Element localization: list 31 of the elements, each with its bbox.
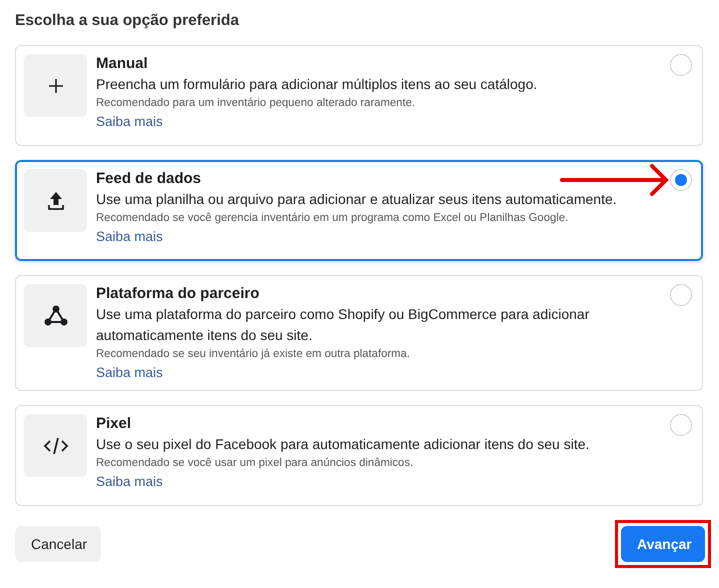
- next-button[interactable]: Avançar: [621, 526, 705, 562]
- option-title: Plataforma do parceiro: [96, 284, 260, 303]
- radio-button[interactable]: [670, 284, 692, 306]
- option-note: Recomendado se você gerencia inventário em um programa como Excel ou Planilhas Google.: [96, 211, 570, 226]
- learn-more-link[interactable]: Saiba mais: [96, 365, 163, 380]
- option-title: Pixel: [96, 414, 132, 433]
- option-card[interactable]: Pixel Use o seu pixel do Facebook para automaticamente adicionar itens do seu site. Recomendado se você usar um pixel para anúncios dinâmicos. Saiba mais: [15, 405, 703, 506]
- option-description: Preencha um formulário para adicionar múltiplos itens ao seu catálogo.: [96, 75, 538, 94]
- radio-button[interactable]: [670, 169, 692, 191]
- option-description: Use o seu pixel do Facebook para automaticamente adicionar itens do seu site.: [96, 435, 590, 454]
- code-icon: [42, 436, 68, 454]
- option-card[interactable]: [15, 275, 703, 391]
- learn-more-link[interactable]: Saiba mais: [96, 474, 163, 489]
- option-note: Recomendado para um inventário pequeno alterado raramente.: [96, 96, 416, 111]
- cancel-button[interactable]: Cancelar: [15, 526, 101, 562]
- radio-button[interactable]: [670, 54, 692, 76]
- option-description: Use uma plataforma do parceiro como Shopify ou BigCommerce para adicionar automaticamente itens do seu site.: [96, 305, 590, 345]
- option-card[interactable]: Feed de dados Use uma planilha ou arquivo para adicionar e atualizar seus itens automaticamente. Recomendado se você gerencia inventário em um programa como Excel ou Planilhas Google. Saiba mais: [15, 160, 703, 261]
- option-description: Use uma planilha ou arquivo para adicionar e atualizar seus itens automaticamente.: [96, 190, 618, 209]
- option-title: Manual: [96, 54, 149, 73]
- learn-more-link[interactable]: Saiba mais: [96, 229, 163, 244]
- option-title: Feed de dados: [96, 169, 202, 188]
- upload-icon: [46, 190, 64, 210]
- option-note: Recomendado se você usar um pixel para anúncios dinâmicos.: [96, 456, 414, 471]
- option-note: Recomendado se seu inventário já existe em outra plataforma.: [96, 347, 411, 362]
- learn-more-link[interactable]: Saiba mais: [96, 114, 163, 129]
- plus-icon: [48, 78, 64, 94]
- radio-button[interactable]: [670, 414, 692, 436]
- option-card[interactable]: Manual Preencha um formulário para adicionar múltiplos itens ao seu catálogo. Recomendado para um inventário pequeno alterado raramente. Saiba mais: [15, 45, 703, 146]
- dialog-heading: Escolha a sua opção preferida: [15, 12, 240, 30]
- connected-nodes-icon: [44, 304, 68, 326]
